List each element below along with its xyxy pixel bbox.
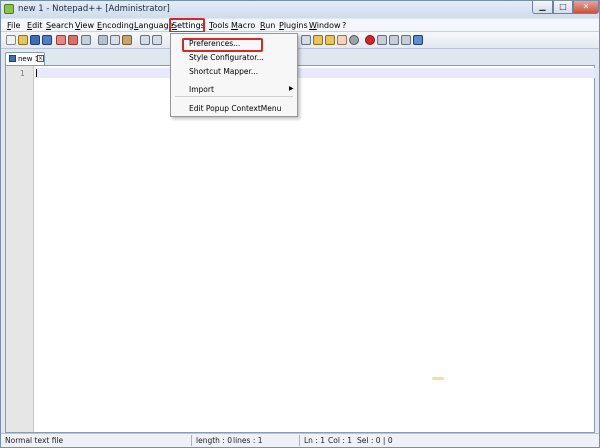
menu-bar: File Edit Search View Encoding Language … <box>1 19 599 47</box>
notepad-plus-icon <box>4 4 14 14</box>
menu-plugins[interactable]: Plugins <box>279 21 308 30</box>
save-icon[interactable] <box>30 35 40 45</box>
redo-icon[interactable] <box>152 35 162 45</box>
tab-bar: new 1 × <box>1 50 599 65</box>
zoom-out-icon[interactable] <box>313 35 323 45</box>
title-bar[interactable]: new 1 - Notepad++ [Administrator] ▁ □ ✕ <box>1 1 599 18</box>
line-number-gutter: 1 <box>6 66 34 432</box>
close-all-icon[interactable] <box>68 35 78 45</box>
minimize-button[interactable]: ▁ <box>532 1 553 14</box>
status-divider <box>191 435 192 446</box>
cursor-mark <box>432 377 444 380</box>
close-icon[interactable] <box>56 35 66 45</box>
menu-edit[interactable]: Edit <box>27 21 43 30</box>
status-ln: Ln : 1 <box>304 436 325 445</box>
play-macro-icon[interactable] <box>389 35 399 45</box>
save-all-icon[interactable] <box>42 35 52 45</box>
menu-file[interactable]: File <box>7 21 20 30</box>
window-title: new 1 - Notepad++ [Administrator] <box>18 4 170 14</box>
status-lines: lines : 1 <box>233 436 263 445</box>
menu-item-edit-popup-contextmenu[interactable]: Edit Popup ContextMenu <box>189 104 281 113</box>
record-macro-icon[interactable] <box>365 35 375 45</box>
line-number: 1 <box>20 69 25 78</box>
menu-language[interactable]: Language <box>134 21 174 30</box>
indent-guide-icon[interactable] <box>337 35 347 45</box>
undo-icon[interactable] <box>140 35 150 45</box>
tab-new-1[interactable]: new 1 × <box>5 52 45 65</box>
menu-encoding[interactable]: Encoding <box>97 21 134 30</box>
status-file-type: Normal text file <box>5 436 64 445</box>
preferences-highlight-box <box>182 38 263 52</box>
status-bar: Normal text file length : 0 lines : 1 Ln… <box>1 433 599 447</box>
menu-item-shortcut-mapper[interactable]: Shortcut Mapper... <box>189 67 258 76</box>
run-macro-icon[interactable] <box>401 35 411 45</box>
menu-item-import[interactable]: Import <box>189 85 214 94</box>
cut-icon[interactable] <box>98 35 108 45</box>
print-icon[interactable] <box>81 35 91 45</box>
text-caret <box>36 69 37 77</box>
tab-close-icon[interactable]: × <box>37 55 44 62</box>
menu-macro[interactable]: Macro <box>231 21 255 30</box>
stop-macro-icon[interactable] <box>377 35 387 45</box>
zoom-in-icon[interactable] <box>301 35 311 45</box>
current-line-highlight <box>35 68 595 78</box>
menu-window[interactable]: Window <box>309 21 341 30</box>
close-window-button[interactable]: ✕ <box>573 1 599 14</box>
wrap-icon[interactable] <box>325 35 335 45</box>
status-divider <box>299 435 300 446</box>
find-icon[interactable] <box>349 35 359 45</box>
submenu-arrow-icon: ▶ <box>289 85 294 92</box>
notepadpp-window: new 1 - Notepad++ [Administrator] ▁ □ ✕ … <box>0 0 600 448</box>
menu-search[interactable]: Search <box>46 21 73 30</box>
paste-icon[interactable] <box>122 35 132 45</box>
settings-highlight-box <box>169 18 205 33</box>
copy-icon[interactable] <box>110 35 120 45</box>
maximize-button[interactable]: □ <box>553 1 573 14</box>
toolbar <box>1 32 599 49</box>
status-sel: Sel : 0 | 0 <box>357 436 393 445</box>
new-file-icon[interactable] <box>6 35 16 45</box>
open-file-icon[interactable] <box>18 35 28 45</box>
menu-item-style-configurator[interactable]: Style Configurator... <box>189 53 264 62</box>
status-length: length : 0 <box>196 436 232 445</box>
menu-separator <box>175 96 293 97</box>
menu-run[interactable]: Run <box>260 21 275 30</box>
menu-tools[interactable]: Tools <box>209 21 229 30</box>
menu-help[interactable]: ? <box>342 21 346 30</box>
tab-label: new 1 <box>18 55 40 63</box>
editor-area[interactable]: 1 <box>5 65 595 433</box>
menu-view[interactable]: View <box>75 21 94 30</box>
save-icon <box>9 55 16 62</box>
status-col: Col : 1 <box>328 436 352 445</box>
save-macro-icon[interactable] <box>413 35 423 45</box>
